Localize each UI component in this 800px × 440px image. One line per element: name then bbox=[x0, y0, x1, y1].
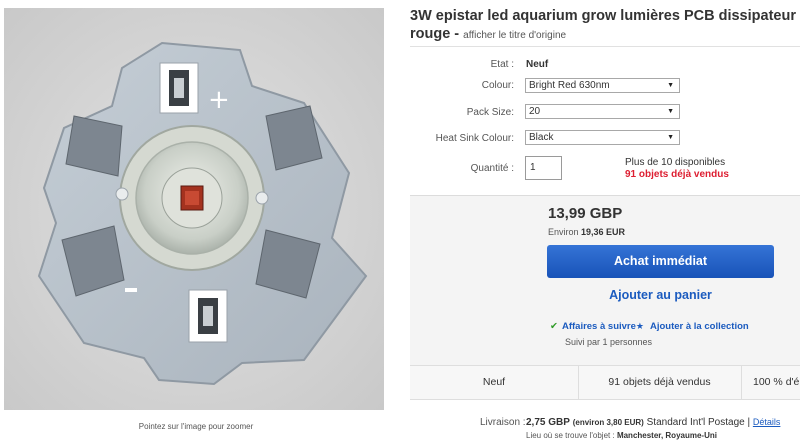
shipping-value: 2,75 GBP (environ 3,80 EUR) Standard Int… bbox=[526, 417, 780, 428]
approx-prefix: Environ bbox=[548, 227, 579, 237]
price: 13,99 GBP bbox=[548, 205, 623, 222]
shipping-separator: | bbox=[744, 417, 753, 428]
pcb-plus-marking: + bbox=[208, 85, 230, 115]
pack-size-select[interactable]: 20 ▼ bbox=[525, 104, 680, 119]
strip-condition: Neuf bbox=[482, 376, 506, 388]
quantity-input[interactable]: 1 bbox=[525, 156, 562, 180]
location-label: Lieu où se trouve l'objet : bbox=[526, 431, 615, 440]
item-location: Lieu où se trouve l'objet : Manchester, … bbox=[526, 431, 717, 440]
shipping-approx: (environ 3,80 EUR) bbox=[572, 418, 644, 427]
dropdown-arrow-icon: ▼ bbox=[667, 108, 674, 115]
shipping-details-link[interactable]: Détails bbox=[753, 417, 781, 427]
followers-count: Suivi par 1 personnes bbox=[565, 337, 653, 347]
watch-link[interactable]: Affaires à suivre bbox=[562, 321, 636, 332]
listing-title-continued: rouge - afficher le titre d'origine bbox=[410, 25, 566, 45]
title-divider bbox=[410, 46, 800, 47]
strip-sold[interactable]: 91 objets déjà vendus bbox=[578, 366, 741, 399]
shipping-label: Livraison : bbox=[480, 417, 526, 428]
listing-title: 3W epistar led aquarium grow lumières PC… bbox=[410, 8, 796, 24]
approx-value: 19,36 EUR bbox=[581, 227, 626, 237]
shipping-cost: 2,75 GBP bbox=[526, 417, 570, 428]
condition-value: Neuf bbox=[526, 59, 549, 70]
heat-sink-select-value: Black bbox=[529, 132, 554, 143]
location-value: Manchester, Royaume-Uni bbox=[616, 431, 717, 440]
check-icon: ✔ bbox=[550, 321, 558, 332]
availability: Plus de 10 disponibles 91 objets déjà ve… bbox=[625, 157, 729, 181]
colour-select[interactable]: Bright Red 630nm ▼ bbox=[525, 78, 680, 93]
colour-select-value: Bright Red 630nm bbox=[529, 80, 610, 91]
summary-strip: Neuf 91 objets déjà vendus 100 % d'é bbox=[410, 365, 800, 400]
pack-size-label: Pack Size: bbox=[466, 107, 514, 118]
zoom-hint: Pointez sur l'image pour zoomer bbox=[138, 422, 254, 431]
approx-price: Environ 19,36 EUR bbox=[548, 227, 625, 237]
heat-sink-label: Heat Sink Colour: bbox=[435, 133, 514, 144]
led-star-pcb-photo: + bbox=[4, 8, 384, 410]
shipping-service: Standard Int'l Postage bbox=[646, 417, 745, 428]
dropdown-arrow-icon: ▼ bbox=[667, 82, 674, 89]
original-title-link[interactable]: afficher le titre d'origine bbox=[463, 30, 566, 41]
condition-label: Etat : bbox=[490, 59, 514, 70]
listing-title-line2: rouge bbox=[410, 26, 451, 42]
sold-count[interactable]: 91 objets déjà vendus bbox=[625, 169, 729, 181]
watch-actions: ✔ Affaires à suivre★ Ajouter à la collecti… bbox=[550, 321, 749, 332]
pack-size-select-value: 20 bbox=[529, 106, 541, 117]
title-separator: - bbox=[450, 26, 464, 42]
add-collection-link[interactable]: Ajouter à la collection bbox=[650, 321, 749, 332]
dropdown-arrow-icon: ▼ bbox=[667, 134, 674, 141]
add-to-cart-button[interactable]: Ajouter au panier bbox=[547, 284, 774, 306]
colour-label: Colour: bbox=[481, 80, 514, 91]
star-icon: ★ bbox=[635, 321, 644, 331]
available-count: Plus de 10 disponibles bbox=[625, 157, 726, 168]
heat-sink-select[interactable]: Black ▼ bbox=[525, 130, 680, 145]
buy-now-button[interactable]: Achat immédiat bbox=[547, 245, 774, 278]
quantity-label: Quantité : bbox=[470, 163, 514, 174]
strip-feedback[interactable]: 100 % d'é bbox=[741, 366, 800, 399]
product-image[interactable]: + bbox=[4, 8, 384, 410]
